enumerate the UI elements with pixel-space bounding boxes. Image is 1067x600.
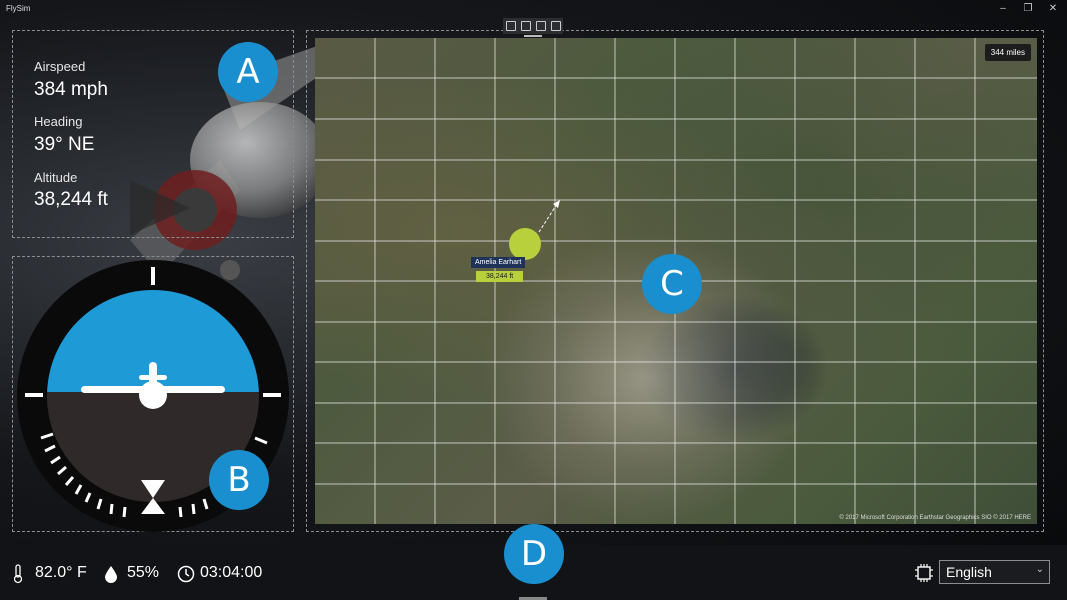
- edit-icon[interactable]: [505, 21, 516, 31]
- callout-badge-b: B: [209, 450, 269, 510]
- humidity-icon: [104, 564, 118, 589]
- heading-value: 39° NE: [34, 134, 95, 155]
- language-select[interactable]: English ⌄: [939, 560, 1050, 584]
- pilot-altitude-tag: 38,244 ft: [476, 271, 524, 282]
- altitude-value: 38,244 ft: [34, 189, 108, 210]
- title-bar: FlySim – ❐ ✕: [0, 0, 1067, 18]
- minimize-icon[interactable]: –: [996, 2, 1010, 16]
- airspeed-value: 384 mph: [34, 79, 108, 100]
- thermometer-icon: [12, 564, 24, 589]
- aircraft-position-marker[interactable]: [509, 228, 541, 260]
- clock-icon: [177, 564, 195, 589]
- chip-icon: [914, 563, 934, 588]
- callout-badge-a: A: [218, 42, 278, 102]
- map-scale-label: 344 miles: [984, 44, 1031, 61]
- humidity-value: 55%: [127, 564, 160, 581]
- frame-icon[interactable]: [535, 21, 546, 31]
- altitude-label: Altitude: [34, 170, 78, 185]
- map-copyright: © 2017 Microsoft Corporation Earthstar G…: [839, 515, 1031, 521]
- heading-arrow: [538, 203, 558, 233]
- time-value: 03:04:00: [200, 564, 263, 581]
- language-select-value: English: [946, 564, 992, 580]
- callout-badge-c: C: [642, 254, 702, 314]
- temperature-value: 82.0° F: [35, 564, 87, 581]
- heading-label: Heading: [34, 114, 83, 129]
- close-icon[interactable]: ✕: [1046, 2, 1060, 16]
- comment-icon[interactable]: [520, 21, 531, 31]
- map-toolbar: [503, 18, 563, 34]
- callout-badge-d: D: [504, 524, 564, 584]
- airspeed-label: Airspeed: [34, 59, 86, 74]
- restore-icon[interactable]: ❐: [1021, 2, 1035, 16]
- toolbar-indicator: [524, 35, 542, 37]
- picture-icon[interactable]: [550, 21, 561, 31]
- pilot-name-tag: Amelia Earhart: [471, 257, 526, 268]
- chevron-down-icon: ⌄: [1035, 564, 1044, 575]
- app-title: FlySim: [6, 4, 31, 13]
